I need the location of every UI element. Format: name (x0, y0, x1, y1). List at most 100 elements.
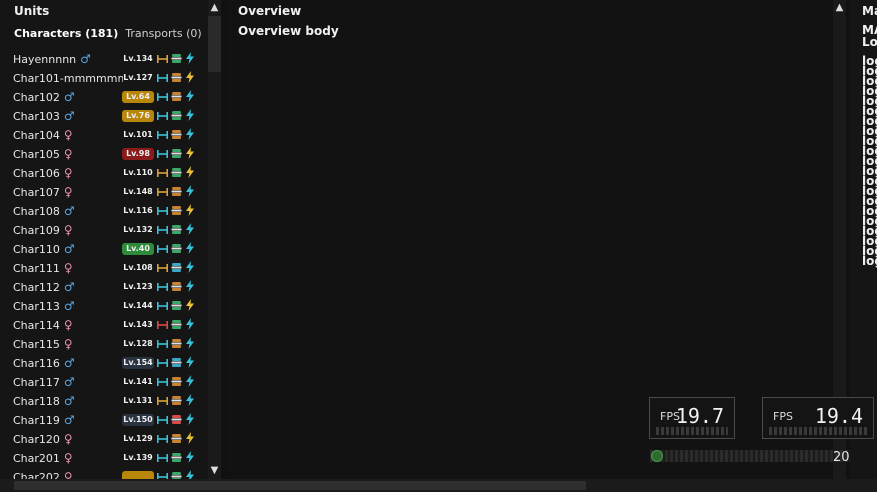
speed-slider-track[interactable] (650, 450, 850, 462)
male-icon: ♂ (63, 413, 75, 427)
level-badge: Lv.141 (123, 377, 153, 386)
overview-title: Overview (238, 4, 302, 18)
level-badge: Lv.76 (122, 110, 154, 122)
character-row[interactable]: Char109 ♀ Lv.132 (0, 221, 208, 240)
level-badge: Lv.144 (123, 301, 153, 310)
character-name: Char112 ♂ (13, 280, 75, 294)
level-badge: Lv.128 (123, 339, 153, 348)
units-panel-title: Units (14, 4, 50, 18)
level-badge: Lv.101 (123, 130, 153, 139)
energy-bolt-icon (186, 337, 194, 349)
scroll-down-arrow-icon[interactable]: ▼ (208, 465, 221, 477)
range-icon (157, 226, 168, 234)
character-row[interactable]: Hayennnnn ♂ Lv.134 (0, 50, 208, 69)
character-row[interactable]: Char112 ♂ Lv.123 (0, 278, 208, 297)
horizontal-scroll-thumb[interactable] (14, 481, 586, 490)
range-icon (157, 93, 168, 101)
character-row[interactable]: Char201 ♀ Lv.139 (0, 449, 208, 468)
level-badge: Lv.129 (123, 434, 153, 443)
character-row[interactable]: Char115 ♀ Lv.128 (0, 335, 208, 354)
male-icon: ♂ (63, 204, 75, 218)
scroll-up-arrow-icon[interactable]: ▲ (208, 2, 221, 14)
log-line: log (862, 254, 877, 268)
character-name: Char201 ♀ (13, 451, 73, 465)
character-row[interactable]: Char202 ♀ (0, 468, 208, 479)
right-panel-title: Ma (862, 4, 877, 18)
range-icon (157, 245, 168, 253)
level-badge: Lv.127 (123, 73, 153, 82)
character-name: Char119 ♂ (13, 413, 75, 427)
character-row[interactable]: Char108 ♂ Lv.116 (0, 202, 208, 221)
range-icon (157, 74, 168, 82)
character-row[interactable]: Char111 ♀ Lv.108 (0, 259, 208, 278)
character-name: Char105 ♀ (13, 147, 73, 161)
character-row[interactable]: Char113 ♂ Lv.144 (0, 297, 208, 316)
female-icon: ♀ (63, 470, 73, 479)
character-row[interactable]: Char106 ♀ Lv.110 (0, 164, 208, 183)
level-badge: Lv.116 (123, 206, 153, 215)
units-scroll-thumb[interactable] (208, 16, 221, 72)
character-row[interactable]: Char103 ♂ Lv.76 (0, 107, 208, 126)
range-icon (157, 188, 168, 196)
male-icon: ♂ (63, 242, 75, 256)
overview-scroll-up-arrow-icon[interactable]: ▲ (833, 2, 846, 14)
range-icon (157, 435, 168, 443)
food-icon (171, 225, 182, 234)
food-icon (171, 187, 182, 196)
character-row[interactable]: Char116 ♂ Lv.154 (0, 354, 208, 373)
level-badge: Lv.108 (123, 263, 153, 272)
range-icon (157, 207, 168, 215)
food-icon (171, 396, 182, 405)
energy-bolt-icon (186, 109, 194, 121)
units-scrollbar[interactable]: ▲ ▼ (208, 0, 221, 479)
character-row[interactable]: Char110 ♂ Lv.40 (0, 240, 208, 259)
food-icon (171, 244, 182, 253)
character-row[interactable]: Char102 ♂ Lv.64 (0, 88, 208, 107)
tab-transports[interactable]: Transports (0) (125, 27, 201, 40)
range-icon (157, 473, 168, 479)
fps-graph (769, 427, 867, 435)
fps-value: 19.7 (675, 404, 724, 428)
character-row[interactable]: Char120 ♀ Lv.129 (0, 430, 208, 449)
character-row[interactable]: Char105 ♀ Lv.98 (0, 145, 208, 164)
food-icon (171, 339, 182, 348)
character-row[interactable]: Char101-mmmmmmmmm♂Lv.127 (0, 69, 208, 88)
character-row[interactable]: Char107 ♀ Lv.148 (0, 183, 208, 202)
tab-characters[interactable]: Characters (181) (14, 27, 118, 40)
fps-label: FPS (773, 410, 793, 423)
range-icon (157, 359, 168, 367)
fps-counter-1: FPS 19.7 (649, 397, 735, 439)
food-icon (171, 263, 182, 272)
character-name: Char117 ♂ (13, 375, 75, 389)
female-icon: ♀ (63, 318, 73, 332)
food-icon (171, 415, 182, 424)
character-row[interactable]: Char114 ♀ Lv.143 (0, 316, 208, 335)
character-row[interactable]: Char118 ♂ Lv.131 (0, 392, 208, 411)
speed-slider-knob[interactable] (651, 450, 663, 462)
range-icon (157, 55, 168, 63)
range-icon (157, 150, 168, 158)
male-icon: ♂ (63, 109, 75, 123)
character-row[interactable]: Char119 ♂ Lv.150 (0, 411, 208, 430)
energy-bolt-icon (186, 185, 194, 197)
units-tabs: Characters (181) Transports (0) (14, 27, 202, 40)
energy-bolt-icon (186, 128, 194, 140)
character-row[interactable]: Char104 ♀ Lv.101 (0, 126, 208, 145)
level-badge: Lv.143 (123, 320, 153, 329)
range-icon (157, 112, 168, 120)
food-icon (171, 453, 182, 462)
character-row[interactable]: Char117 ♂ Lv.141 (0, 373, 208, 392)
range-icon (157, 131, 168, 139)
food-icon (171, 206, 182, 215)
level-badge (122, 471, 154, 479)
energy-bolt-icon (186, 147, 194, 159)
range-icon (157, 169, 168, 177)
range-icon (157, 283, 168, 291)
male-icon: ♂ (63, 90, 75, 104)
energy-bolt-icon (186, 318, 194, 330)
character-name: Char101-mmmmmmmmm♂ (13, 72, 123, 85)
horizontal-scrollbar[interactable] (0, 479, 877, 492)
level-badge: Lv.134 (123, 54, 153, 63)
energy-bolt-icon (186, 413, 194, 425)
fps-value: 19.4 (814, 404, 863, 428)
